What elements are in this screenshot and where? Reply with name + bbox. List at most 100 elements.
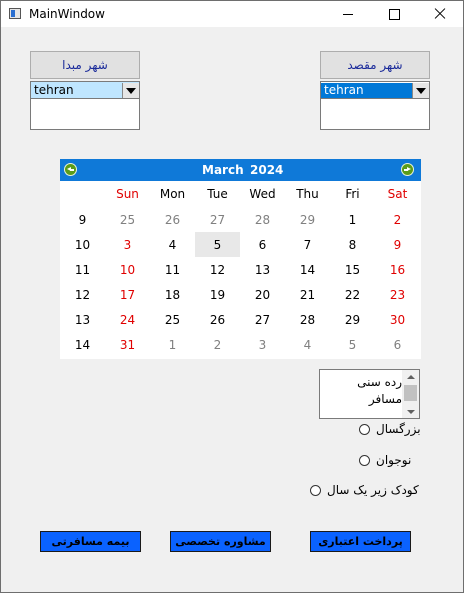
age-group-list-item[interactable]: رده سنی مسافر (324, 374, 402, 408)
calendar-day[interactable]: 15 (330, 257, 375, 282)
calendar-day[interactable]: 1 (150, 332, 195, 357)
origin-city-list[interactable] (30, 98, 140, 130)
calendar-day[interactable]: 11 (150, 257, 195, 282)
radio-infant[interactable]: کودک زیر یک سال (310, 481, 419, 499)
calendar-day[interactable]: 17 (105, 282, 150, 307)
minimize-button[interactable] (325, 1, 371, 27)
calendar-day[interactable]: 14 (285, 257, 330, 282)
calendar-day[interactable]: 13 (240, 257, 285, 282)
app-window-icon (9, 8, 21, 19)
calendar-month[interactable]: March (202, 163, 244, 177)
vertical-scrollbar[interactable] (402, 370, 419, 418)
radio-infant-label: کودک زیر یک سال (327, 483, 419, 497)
calendar-day[interactable]: 25 (150, 307, 195, 332)
destination-dropdown-button[interactable] (412, 83, 429, 98)
scroll-down-button[interactable] (402, 405, 419, 418)
calendar-day[interactable]: 21 (285, 282, 330, 307)
calendar-day[interactable]: 28 (285, 307, 330, 332)
calendar-week-number: 10 (74, 237, 91, 252)
calendar-day[interactable]: 27 (195, 207, 240, 232)
radio-teen[interactable]: نوجوان (359, 451, 411, 469)
calendar-day[interactable]: 20 (240, 282, 285, 307)
calendar-day[interactable]: 29 (285, 207, 330, 232)
calendar-day-name: Tue (207, 187, 228, 201)
calendar-week-number: 9 (78, 212, 87, 227)
radio-circle[interactable] (310, 484, 321, 496)
calendar-day[interactable]: 2 (195, 332, 240, 357)
calendar-day-name: Thu (296, 187, 319, 201)
calendar-day[interactable]: 19 (195, 282, 240, 307)
calendar-day[interactable]: 1 (330, 207, 375, 232)
calendar-day[interactable]: 28 (240, 207, 285, 232)
title-bar[interactable]: MainWindow (1, 1, 463, 27)
calendar-day[interactable]: 3 (105, 232, 150, 257)
age-group-listbox[interactable]: رده سنی مسافر (319, 369, 420, 419)
calendar-day[interactable]: 12 (195, 257, 240, 282)
calendar-day[interactable]: 6 (240, 232, 285, 257)
calendar-day[interactable]: 18 (150, 282, 195, 307)
close-button[interactable] (417, 1, 463, 27)
origin-city-button[interactable]: شهر مبدا (30, 51, 140, 79)
calendar-day[interactable]: 23 (375, 282, 420, 307)
maximize-button[interactable] (371, 1, 417, 27)
calendar-day[interactable]: 22 (330, 282, 375, 307)
maximize-icon (388, 8, 400, 20)
chevron-down-icon (416, 87, 426, 94)
calendar-day-name: Mon (159, 187, 186, 201)
calendar-day[interactable]: 4 (150, 232, 195, 257)
calendar-day[interactable]: 9 (375, 232, 420, 257)
destination-city-list[interactable] (320, 98, 430, 130)
calendar-year[interactable]: 2024 (250, 163, 283, 177)
calendar-day[interactable]: 25 (105, 207, 150, 232)
calendar-day-name: Sun (116, 187, 139, 201)
calendar-day[interactable]: 26 (195, 307, 240, 332)
calendar-week-number: 13 (74, 312, 91, 327)
arrow-left-icon (65, 164, 76, 175)
calendar-day[interactable]: 26 (150, 207, 195, 232)
calendar-day[interactable]: 8 (330, 232, 375, 257)
calendar-day[interactable]: 6 (375, 332, 420, 357)
calendar-day[interactable]: 24 (105, 307, 150, 332)
destination-city-value: tehran (321, 83, 412, 98)
calendar-day[interactable]: 5 (330, 332, 375, 357)
calendar-day[interactable]: 4 (285, 332, 330, 357)
minimize-icon (343, 13, 353, 15)
calendar-week-number: 11 (74, 262, 91, 277)
calendar[interactable]: March 2024 Sun Mon Tue Wed Thu Fri Sat 9 25 26 27 2… (60, 159, 421, 359)
calendar-day[interactable]: 3 (240, 332, 285, 357)
calendar-day[interactable]: 16 (375, 257, 420, 282)
scroll-up-button[interactable] (402, 370, 419, 383)
destination-city-button[interactable]: شهر مقصد (320, 51, 430, 79)
calendar-day[interactable]: 7 (285, 232, 330, 257)
credit-payment-button[interactable]: پرداخت اعتباری (310, 531, 411, 552)
radio-teen-label: نوجوان (376, 453, 412, 467)
origin-dropdown-button[interactable] (122, 83, 139, 98)
expert-consultation-button[interactable]: مشاوره تخصصی (170, 531, 271, 552)
window-title: MainWindow (29, 7, 105, 21)
calendar-week-number: 14 (74, 337, 91, 352)
calendar-day[interactable]: 5 (195, 232, 240, 257)
calendar-day[interactable]: 27 (240, 307, 285, 332)
main-window: MainWindow شهر مبدا tehran شهر مقصد tehr… (0, 0, 464, 593)
chevron-down-icon (126, 87, 136, 94)
calendar-day[interactable]: 29 (330, 307, 375, 332)
calendar-week-number: 12 (74, 287, 91, 302)
calendar-day[interactable]: 10 (105, 257, 150, 282)
radio-circle[interactable] (359, 454, 370, 466)
calendar-day-name: Sat (387, 187, 408, 201)
origin-city-value: tehran (34, 83, 74, 97)
next-month-button[interactable] (401, 163, 414, 176)
radio-adult-label: بزرگسال (376, 422, 421, 436)
calendar-day-name: Fri (345, 187, 360, 201)
close-icon (434, 8, 446, 20)
travel-insurance-button[interactable]: بیمه مسافرتی (40, 531, 141, 552)
chevron-up-icon (406, 374, 415, 379)
scroll-thumb[interactable] (404, 385, 417, 401)
radio-adult[interactable]: بزرگسال (359, 420, 421, 438)
calendar-day[interactable]: 31 (105, 332, 150, 357)
calendar-day[interactable]: 2 (375, 207, 420, 232)
calendar-day-name: Wed (249, 187, 276, 201)
radio-circle[interactable] (359, 423, 370, 435)
calendar-day[interactable]: 30 (375, 307, 420, 332)
previous-month-button[interactable] (64, 163, 77, 176)
